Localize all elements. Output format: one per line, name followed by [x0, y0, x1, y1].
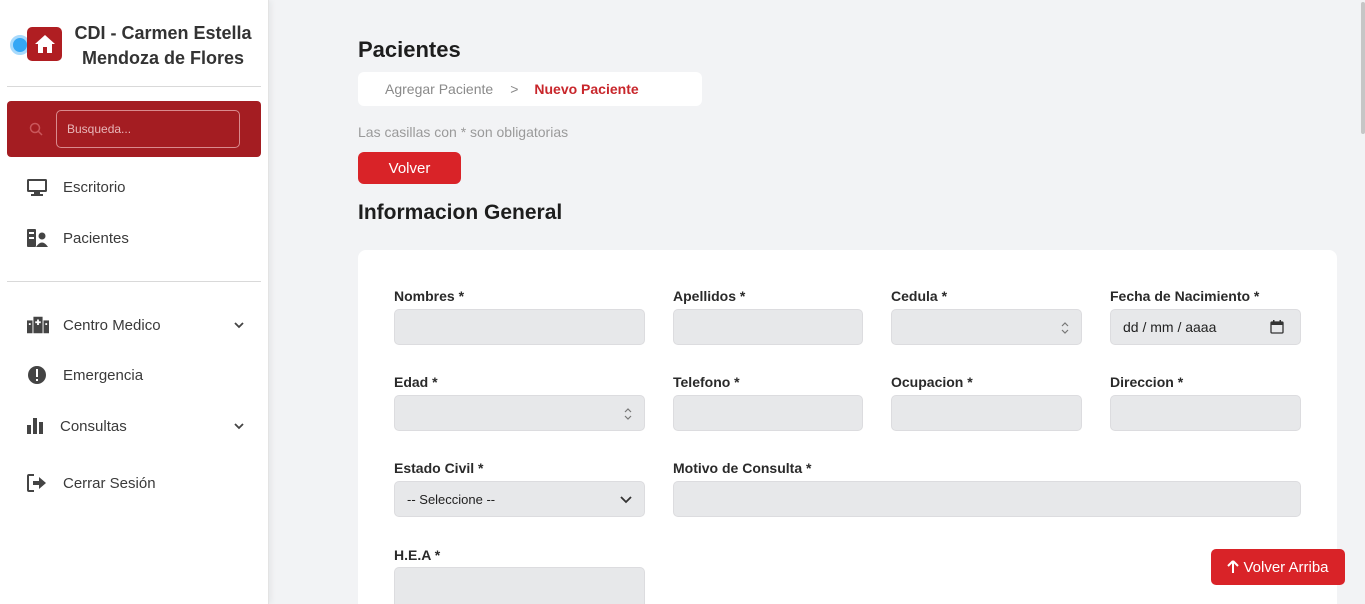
ocupacion-label: Ocupacion *: [891, 374, 973, 390]
hea-label: H.E.A *: [394, 547, 441, 563]
search-icon: [29, 122, 43, 136]
brand-name: CDI - Carmen Estella Mendoza de Flores: [74, 23, 252, 68]
sidebar-item-label: Emergencia: [63, 366, 144, 384]
fecha-nacimiento-label: Fecha de Nacimiento *: [1110, 288, 1260, 304]
estado-civil-select[interactable]: -- Seleccione --: [394, 481, 645, 517]
apellidos-field[interactable]: [673, 309, 863, 345]
cedula-label: Cedula *: [891, 288, 948, 304]
scroll-to-top-button[interactable]: Volver Arriba: [1211, 549, 1345, 585]
estado-civil-label: Estado Civil *: [394, 460, 484, 476]
sidebar-item-label: Cerrar Sesión: [63, 474, 156, 492]
required-fields-note: Las casillas con * son obligatorias: [358, 124, 569, 140]
breadcrumb: Agregar Paciente > Nuevo Paciente: [358, 72, 702, 106]
sidebar-item-label: Centro Medico: [63, 316, 161, 334]
arrow-up-icon: [1227, 560, 1240, 573]
search-input[interactable]: [56, 110, 240, 148]
estado-civil-value: -- Seleccione --: [407, 491, 496, 507]
page-scrollbar-thumb[interactable]: [1361, 2, 1365, 134]
logout-icon: [27, 473, 49, 493]
bar-chart-icon: [27, 416, 49, 436]
telefono-field[interactable]: [673, 395, 863, 431]
sidebar-item-escritorio[interactable]: Escritorio: [27, 175, 126, 199]
hea-field[interactable]: [394, 567, 645, 604]
ocupacion-field[interactable]: [891, 395, 1082, 431]
breadcrumb-separator: >: [510, 81, 519, 97]
date-placeholder: dd / mm / aaaa: [1123, 319, 1217, 335]
sidebar-item-emergencia[interactable]: Emergencia: [27, 363, 143, 387]
monitor-icon: [27, 177, 49, 197]
edad-field[interactable]: [394, 395, 645, 431]
brand[interactable]: CDI - Carmen Estella Mendoza de Flores: [0, 0, 269, 86]
sidebar-divider: [7, 281, 261, 282]
home-icon[interactable]: [27, 27, 62, 61]
cedula-field[interactable]: [891, 309, 1082, 345]
apellidos-label: Apellidos *: [673, 288, 746, 304]
hospital-icon: [27, 315, 49, 335]
sidebar-search: [7, 101, 261, 157]
calendar-icon[interactable]: [1270, 320, 1284, 334]
back-button[interactable]: Volver: [358, 152, 461, 184]
number-spinner-icon[interactable]: [1061, 321, 1069, 335]
sidebar: CDI - Carmen Estella Mendoza de Flores E…: [0, 0, 269, 604]
nombres-label: Nombres *: [394, 288, 465, 304]
sidebar-item-consultas[interactable]: Consultas: [27, 414, 244, 438]
exclamation-circle-icon: [27, 365, 49, 385]
edad-label: Edad *: [394, 374, 438, 390]
telefono-label: Telefono *: [673, 374, 740, 390]
sidebar-item-centro-medico[interactable]: Centro Medico: [27, 313, 244, 337]
breadcrumb-item-agregar-paciente[interactable]: Agregar Paciente: [385, 81, 493, 97]
breadcrumb-item-nuevo-paciente: Nuevo Paciente: [534, 81, 639, 97]
direccion-field[interactable]: [1110, 395, 1301, 431]
fecha-nacimiento-field[interactable]: dd / mm / aaaa: [1110, 309, 1301, 345]
direccion-label: Direccion *: [1110, 374, 1184, 390]
chevron-down-icon: [620, 496, 632, 504]
nombres-field[interactable]: [394, 309, 645, 345]
scroll-to-top-label: Volver Arriba: [1243, 558, 1329, 576]
sidebar-item-label: Escritorio: [63, 178, 126, 196]
chevron-down-icon[interactable]: [234, 421, 244, 431]
patients-icon: [27, 228, 49, 248]
chevron-down-icon[interactable]: [234, 320, 244, 330]
sidebar-divider: [7, 86, 261, 87]
page-title: Pacientes: [358, 37, 461, 62]
sidebar-item-label: Consultas: [60, 417, 127, 435]
number-spinner-icon[interactable]: [624, 407, 632, 421]
sidebar-item-cerrar-sesion[interactable]: Cerrar Sesión: [27, 471, 156, 495]
sidebar-item-label: Pacientes: [63, 229, 129, 247]
motivo-consulta-field[interactable]: [673, 481, 1301, 517]
section-title: Informacion General: [358, 201, 563, 224]
motivo-consulta-label: Motivo de Consulta *: [673, 460, 812, 476]
sidebar-item-pacientes[interactable]: Pacientes: [27, 226, 129, 250]
